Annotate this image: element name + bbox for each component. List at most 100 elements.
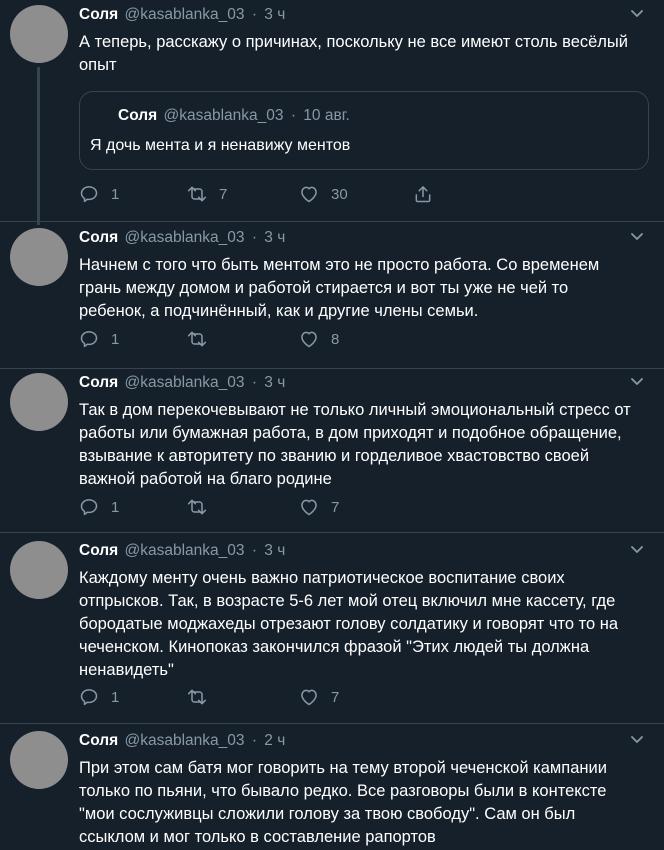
tweet-text: При этом сам батя мог говорить на тему в… <box>79 757 649 849</box>
quoted-tweet-text: Я дочь мента и я ненавижу ментов <box>90 137 351 154</box>
author-handle[interactable]: @kasablanka_03 <box>124 229 244 246</box>
like-count: 30 <box>331 185 348 203</box>
tweet-text-line: ссыклом и мог только в составление рапор… <box>79 828 436 846</box>
like-button[interactable]: 7 <box>299 686 339 708</box>
divider <box>0 368 664 369</box>
share-icon <box>415 186 431 203</box>
avatar[interactable] <box>10 541 68 599</box>
reply-button[interactable]: 1 <box>79 328 119 350</box>
avatar[interactable] <box>10 5 68 63</box>
caret-down-icon[interactable] <box>630 545 644 555</box>
caret-down-icon[interactable] <box>630 9 644 19</box>
separator-dot: · <box>251 732 257 749</box>
avatar[interactable] <box>10 731 68 789</box>
avatar[interactable] <box>10 373 68 431</box>
author-name[interactable]: Соля <box>79 6 118 23</box>
tweet-text-line: ненавидеть" <box>79 661 174 679</box>
thread-feed: Соля @kasablanka_03 · 3 ч А теперь, расс… <box>0 0 664 850</box>
like-icon <box>301 499 317 516</box>
reply-icon <box>80 331 98 348</box>
author-handle[interactable]: @kasablanka_03 <box>124 732 244 749</box>
tweet-text-line: только по пьяни, что бывало редко. Все р… <box>79 782 607 800</box>
author-handle[interactable]: @kasablanka_03 <box>124 542 244 559</box>
divider <box>0 532 664 533</box>
tweet-text-line: бородатые моджахеды отрезают голову солд… <box>79 615 619 633</box>
tweet-text-line: А теперь, расскажу о причинах, поскольку… <box>79 33 628 51</box>
timestamp[interactable]: 3 ч <box>264 229 285 246</box>
avatar[interactable] <box>10 228 68 286</box>
reply-button[interactable]: 1 <box>79 496 119 518</box>
tweet-header: Соля @kasablanka_03 · 3 ч <box>79 5 285 25</box>
author-name[interactable]: Соля <box>79 542 118 559</box>
like-count: 8 <box>331 330 340 348</box>
author-handle[interactable]: @kasablanka_03 <box>124 6 244 23</box>
retweet-button[interactable] <box>187 686 219 708</box>
share-button[interactable] <box>413 183 433 205</box>
timestamp[interactable]: 2 ч <box>264 732 285 749</box>
separator-dot: · <box>290 107 296 124</box>
quoted-timestamp: 10 авг. <box>303 107 350 124</box>
tweet-text-line: ребенок, а подчинённый, как и другие чле… <box>79 302 479 320</box>
author-handle[interactable]: @kasablanka_03 <box>124 374 244 391</box>
retweet-button[interactable]: 7 <box>187 183 227 205</box>
like-icon <box>301 689 317 706</box>
tweet-text-line: При этом сам батя мог говорить на тему в… <box>79 759 607 777</box>
tweet-text-line: отпрысков. Так, в возрасте 5-6 лет мой о… <box>79 592 616 610</box>
divider <box>0 723 664 724</box>
separator-dot: · <box>251 229 257 246</box>
caret-down-icon[interactable] <box>630 232 644 242</box>
retweet-button[interactable] <box>187 328 219 350</box>
quoted-tweet-header: Соля @kasablanka_03 · 10 авг. <box>118 106 350 126</box>
tweet-text-line: "мои сослуживцы сложили голову за твою с… <box>79 805 576 823</box>
tweet-text: Каждому менту очень важно патриотическое… <box>79 567 649 682</box>
reply-button[interactable]: 1 <box>79 686 119 708</box>
tweet-text: Так в дом перекочевывают не только личны… <box>79 399 649 491</box>
timestamp[interactable]: 3 ч <box>264 6 285 23</box>
retweet-icon <box>187 689 207 705</box>
tweet-text: А теперь, расскажу о причинах, поскольку… <box>79 31 649 77</box>
tweet-text-line: взывание к авторитету по званию и гордел… <box>79 447 590 465</box>
tweet-text-line: грань между домом и работой стирается и … <box>79 279 569 297</box>
retweet-icon <box>187 331 207 347</box>
reply-count: 1 <box>111 688 120 706</box>
tweet-header: Соля @kasablanka_03 · 3 ч <box>79 228 285 248</box>
tweet-text-line: работы или бумажная работа, в дом приход… <box>79 424 622 442</box>
like-count: 7 <box>331 498 340 516</box>
timestamp[interactable]: 3 ч <box>264 374 285 391</box>
quoted-tweet[interactable]: Соля @kasablanka_03 · 10 авг. Я дочь мен… <box>79 91 649 170</box>
reply-button[interactable]: 1 <box>79 183 119 205</box>
separator-dot: · <box>251 374 257 391</box>
quoted-author-handle: @kasablanka_03 <box>163 107 284 124</box>
retweet-icon <box>187 499 207 515</box>
like-button[interactable]: 8 <box>299 328 339 350</box>
like-button[interactable]: 30 <box>299 183 348 205</box>
tweet-text-line: чеченском. Кинопоказ закончился фразой "… <box>79 638 590 656</box>
timestamp[interactable]: 3 ч <box>264 542 285 559</box>
divider <box>0 221 664 222</box>
quoted-author-name: Соля <box>118 107 158 124</box>
reply-count: 1 <box>111 498 120 516</box>
retweet-button[interactable] <box>187 496 219 518</box>
tweet-text-line: опыт <box>79 56 117 74</box>
thread-line <box>37 67 40 225</box>
tweet-header: Соля @kasablanka_03 · 3 ч <box>79 373 285 393</box>
author-name[interactable]: Соля <box>79 374 118 391</box>
reply-icon <box>80 186 98 203</box>
tweet-actions: 1 7 30 <box>79 183 479 205</box>
tweet-text-line: Каждому менту очень важно патриотическое… <box>79 569 565 587</box>
tweet-actions: 1 7 <box>79 496 479 518</box>
author-name[interactable]: Соля <box>79 229 118 246</box>
tweet-header: Соля @kasablanka_03 · 2 ч <box>79 731 285 751</box>
tweet-text-line: Так в дом перекочевывают не только личны… <box>79 401 631 419</box>
separator-dot: · <box>251 542 257 559</box>
caret-down-icon[interactable] <box>630 735 644 745</box>
reply-count: 1 <box>111 330 120 348</box>
author-name[interactable]: Соля <box>79 732 118 749</box>
like-button[interactable]: 7 <box>299 496 339 518</box>
reply-icon <box>80 499 98 516</box>
tweet-text: Начнем с того что быть ментом это не про… <box>79 254 649 323</box>
caret-down-icon[interactable] <box>630 377 644 387</box>
retweet-count: 7 <box>219 185 228 203</box>
separator-dot: · <box>251 6 257 23</box>
reply-icon <box>80 689 98 706</box>
